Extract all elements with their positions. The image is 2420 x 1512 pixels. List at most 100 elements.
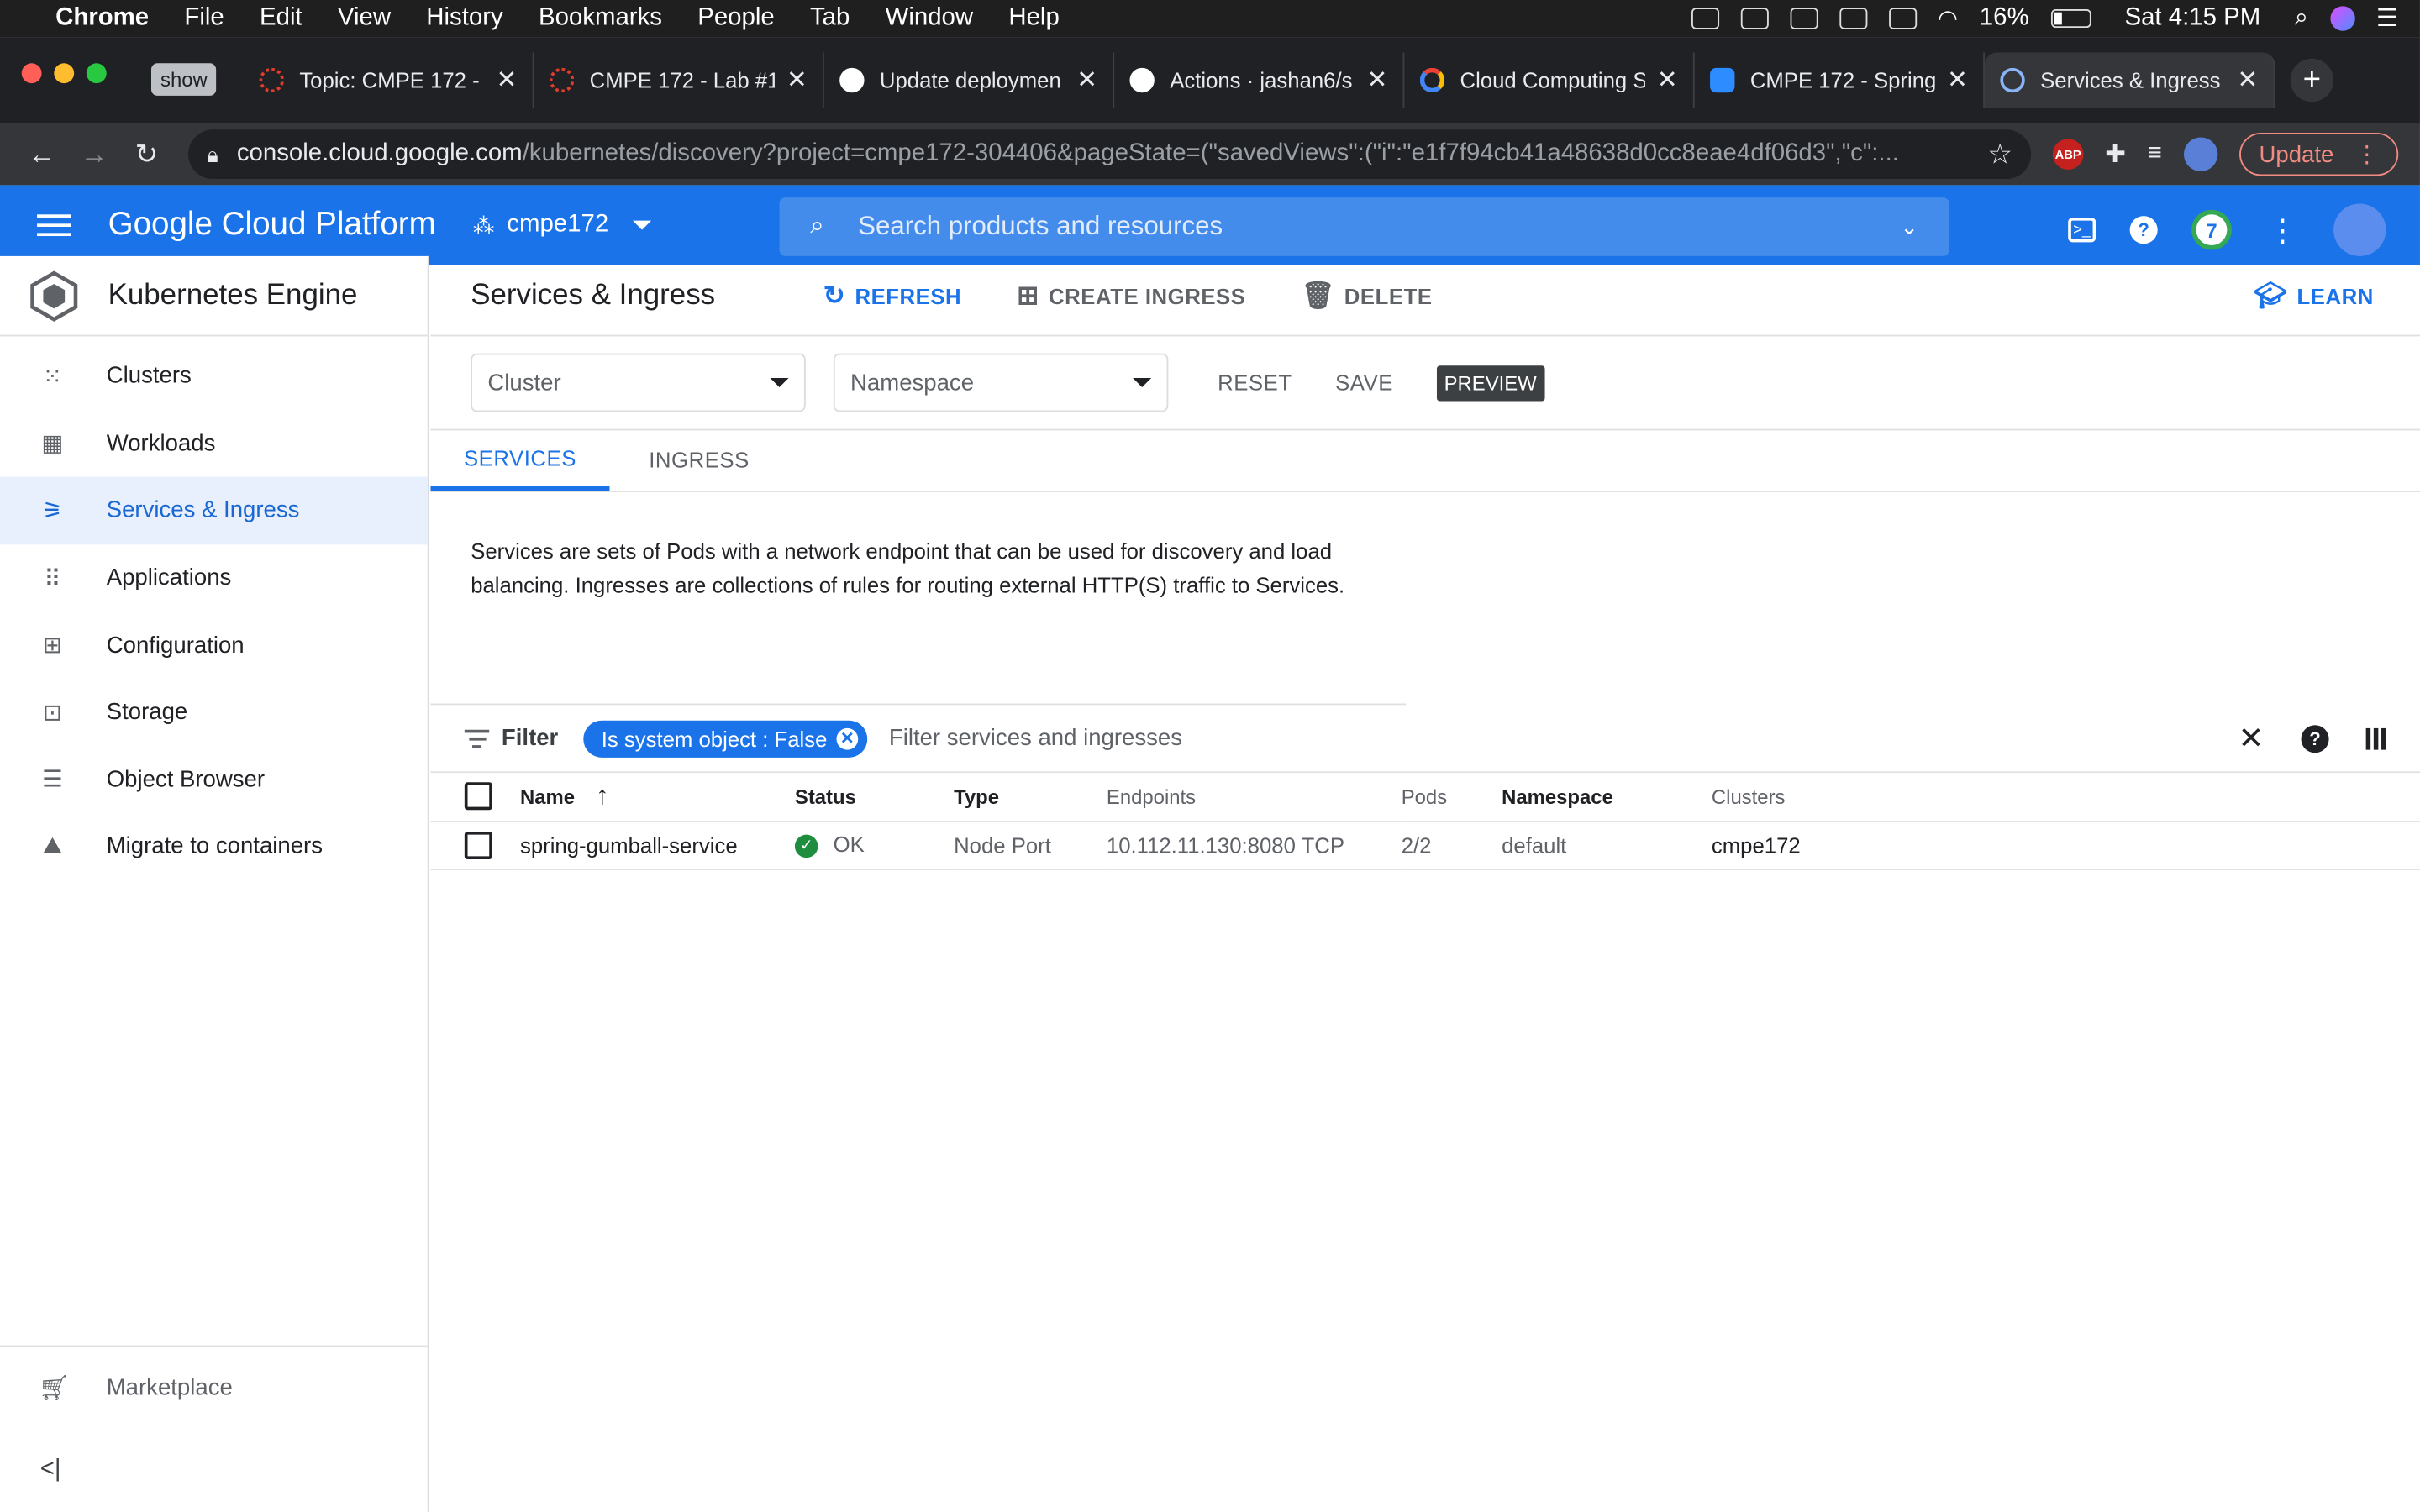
weather-icon[interactable] xyxy=(1839,8,1867,29)
battery-icon[interactable] xyxy=(2050,9,2091,29)
airplay-icon[interactable] xyxy=(1888,8,1917,29)
project-selector[interactable]: ⁂ cmpe172 xyxy=(473,212,652,239)
back-icon[interactable]: ← xyxy=(15,138,67,171)
column-header-namespace[interactable]: Namespace xyxy=(1502,773,1712,821)
menu-tab[interactable]: Tab xyxy=(810,5,850,33)
sidebar-item-clusters[interactable]: ⁙ Clusters xyxy=(0,343,428,410)
close-tab-icon[interactable]: ✕ xyxy=(786,65,808,96)
close-tab-icon[interactable]: ✕ xyxy=(1947,65,1968,96)
more-options-icon[interactable]: ⋮ xyxy=(2265,213,2299,247)
browser-tab[interactable]: CMPE 172 - Spring ✕ xyxy=(1695,52,1985,108)
column-header-status[interactable]: Status xyxy=(795,773,954,821)
close-tab-icon[interactable]: ✕ xyxy=(1657,65,1678,96)
remove-chip-icon[interactable]: ✕ xyxy=(836,727,859,749)
menu-bookmarks[interactable]: Bookmarks xyxy=(539,5,662,33)
hamburger-menu-icon[interactable] xyxy=(37,208,71,242)
screen-record-icon[interactable] xyxy=(1691,8,1719,29)
menu-clock[interactable]: Sat 4:15 PM xyxy=(2124,5,2260,33)
save-button[interactable]: SAVE xyxy=(1335,370,1393,395)
select-all-checkbox[interactable] xyxy=(464,782,492,811)
browser-tab[interactable]: Cloud Computing S ✕ xyxy=(1404,52,1695,108)
service-name-link[interactable]: spring-gumball-service xyxy=(519,821,795,869)
sidebar-item-workloads[interactable]: ▦ Workloads xyxy=(0,410,428,477)
new-tab-button[interactable]: + xyxy=(2290,58,2334,102)
browser-tab[interactable]: Actions · jashan6/s ✕ xyxy=(1114,52,1405,108)
address-bar[interactable]: 🔒︎ console.cloud.google.com /kubernetes/… xyxy=(188,129,2032,180)
clear-filter-icon[interactable]: ✕ xyxy=(2238,719,2265,758)
namespace-select[interactable]: Namespace xyxy=(833,353,1169,412)
close-tab-icon[interactable]: ✕ xyxy=(1076,65,1097,96)
wifi-icon[interactable]: ◠ xyxy=(1938,5,1958,32)
filter-input[interactable]: Filter services and ingresses xyxy=(889,725,1182,751)
menu-app-name[interactable]: Chrome xyxy=(55,5,149,33)
column-header-clusters[interactable]: Clusters xyxy=(1712,773,2420,821)
show-button[interactable]: show xyxy=(150,63,217,96)
cluster-select[interactable]: Cluster xyxy=(471,353,806,412)
menu-edit[interactable]: Edit xyxy=(260,5,302,33)
close-window-button[interactable] xyxy=(21,63,42,84)
extensions-icon[interactable]: ✚ xyxy=(2105,139,2126,170)
collapse-sidebar-icon[interactable]: <| xyxy=(0,1429,428,1512)
cluster-cell[interactable]: cmpe172 xyxy=(1711,821,2420,869)
sidebar-item-applications[interactable]: ⠿ Applications xyxy=(0,544,428,612)
menu-view[interactable]: View xyxy=(338,5,391,33)
help-icon[interactable]: ? xyxy=(2129,216,2158,244)
menu-people[interactable]: People xyxy=(697,5,775,33)
bookmark-star-icon[interactable]: ☆ xyxy=(1987,138,2012,171)
search-bar[interactable]: ⌕ Search products and resources ⌄ xyxy=(779,197,1949,256)
cloud-shell-icon[interactable]: >_ xyxy=(2068,217,2096,243)
delete-button[interactable]: 🗑︎ DELETE xyxy=(1302,280,1433,311)
sidebar-item-storage[interactable]: ⊡ Storage xyxy=(0,679,428,746)
menu-history[interactable]: History xyxy=(426,5,502,33)
close-tab-icon[interactable]: ✕ xyxy=(1367,65,1388,96)
close-tab-icon[interactable]: ✕ xyxy=(2237,65,2258,96)
control-center-icon[interactable]: ☰ xyxy=(2376,3,2398,34)
column-header-pods[interactable]: Pods xyxy=(1402,773,1502,821)
header-select-all[interactable] xyxy=(430,773,520,821)
tab-ingress[interactable]: INGRESS xyxy=(609,429,788,491)
sidebar-item-marketplace[interactable]: 🛒︎ Marketplace xyxy=(0,1345,428,1429)
spotlight-search-icon[interactable]: ⌕ xyxy=(2295,5,2308,33)
menu-file[interactable]: File xyxy=(184,5,224,33)
search-expand-chevron-icon[interactable]: ⌄ xyxy=(1900,213,1918,239)
forward-icon[interactable]: → xyxy=(68,138,120,171)
create-ingress-button[interactable]: ⊞ CREATE INGRESS xyxy=(1017,280,1245,311)
adblock-plus-icon[interactable]: ABP xyxy=(2052,139,2084,171)
menu-help[interactable]: Help xyxy=(1008,5,1059,33)
browser-tab-active[interactable]: Services & Ingress ✕ xyxy=(1984,52,2275,108)
browser-tab[interactable]: Topic: CMPE 172 - S ✕ xyxy=(244,52,534,108)
learn-button[interactable]: 🎓︎ LEARN xyxy=(2254,280,2374,311)
browser-tab[interactable]: Update deploymen ✕ xyxy=(824,52,1115,108)
airpods-icon[interactable] xyxy=(1789,8,1818,29)
column-header-type[interactable]: Type xyxy=(954,773,1107,821)
gcp-title[interactable]: Google Cloud Platform xyxy=(108,207,436,244)
lock-icon[interactable]: 🔒︎ xyxy=(207,141,218,167)
column-display-icon[interactable] xyxy=(2365,727,2386,749)
sidebar-item-object-browser[interactable]: ☰ Object Browser xyxy=(0,746,428,813)
filter-icon[interactable] xyxy=(464,724,490,752)
media-control-icon[interactable]: ≡ xyxy=(2148,140,2162,168)
account-avatar[interactable] xyxy=(2333,203,2386,256)
reload-icon[interactable]: ↻ xyxy=(120,138,172,171)
close-tab-icon[interactable]: ✕ xyxy=(497,65,518,96)
zoom-window-button[interactable] xyxy=(86,63,107,84)
update-chrome-button[interactable]: Update ⋮ xyxy=(2238,132,2399,176)
row-checkbox[interactable] xyxy=(464,831,492,859)
sidebar-item-services-ingress[interactable]: ⚞ Services & Ingress xyxy=(0,476,428,544)
table-row[interactable]: spring-gumball-service ✓ OK Node Port 10… xyxy=(430,821,2420,869)
reset-button[interactable]: RESET xyxy=(1218,370,1292,395)
siri-icon[interactable] xyxy=(2329,6,2355,31)
notifications-badge[interactable]: 7 xyxy=(2191,209,2232,250)
minimize-window-button[interactable] xyxy=(54,63,75,84)
filter-label[interactable]: Filter xyxy=(502,725,558,751)
menu-window[interactable]: Window xyxy=(886,5,974,33)
sort-ascending-icon[interactable]: ↑ xyxy=(596,781,609,811)
creative-cloud-icon[interactable] xyxy=(1739,8,1768,29)
endpoints-cell[interactable]: 10.112.11.130:8080 TCP xyxy=(1106,821,1402,869)
browser-tab[interactable]: CMPE 172 - Lab #1 ✕ xyxy=(534,52,824,108)
sidebar-item-migrate[interactable]: ⛰ Migrate to containers xyxy=(0,813,428,880)
profile-avatar[interactable] xyxy=(2183,137,2217,171)
sidebar-item-configuration[interactable]: ⊞ Configuration xyxy=(0,612,428,679)
column-header-endpoints[interactable]: Endpoints xyxy=(1107,773,1402,821)
search-input[interactable]: Search products and resources xyxy=(858,212,1900,243)
